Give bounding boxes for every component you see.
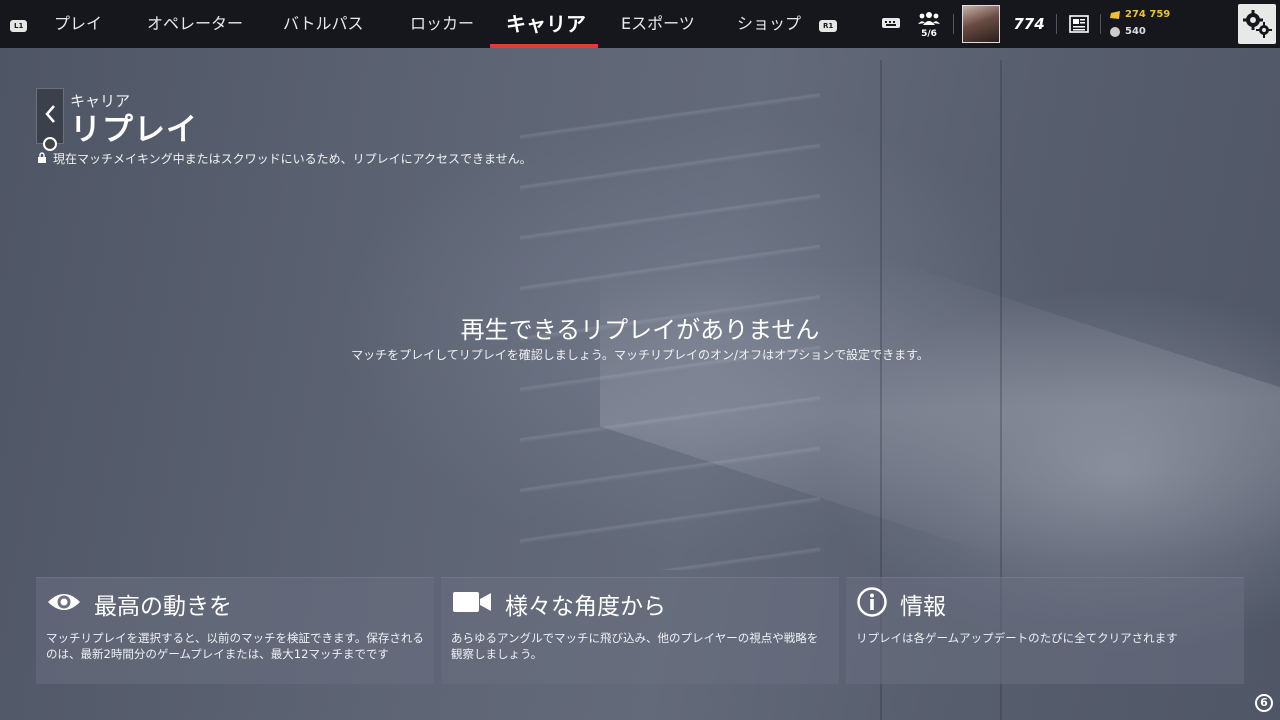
divider bbox=[1100, 14, 1101, 34]
tab-play[interactable]: プレイ bbox=[54, 0, 102, 48]
card-body: あらゆるアングルでマッチに飛び込み、他のプレイヤーの視点や戦略を観察しましょう。 bbox=[451, 631, 819, 661]
right-bumper-hint: R1 bbox=[819, 20, 838, 32]
card-body: リプレイは各ゲームアップデートのたびに全てクリアされます bbox=[856, 631, 1178, 645]
card-title: 様々な角度から bbox=[505, 594, 666, 620]
chevron-left-icon bbox=[44, 104, 56, 128]
tab-locker[interactable]: ロッカー bbox=[410, 0, 474, 48]
tab-shop[interactable]: ショップ bbox=[737, 0, 801, 48]
card-title: 最高の動きを bbox=[94, 594, 232, 620]
back-button[interactable] bbox=[36, 88, 64, 144]
video-camera-icon bbox=[451, 589, 493, 619]
squad-icon bbox=[918, 10, 940, 29]
renown-value: 274 759 bbox=[1125, 9, 1171, 20]
empty-state-title: 再生できるリプレイがありません bbox=[460, 316, 820, 344]
info-card-info: 情報 リプレイは各ゲームアップデートのたびに全てクリアされます bbox=[846, 577, 1244, 684]
info-card-best-moves: 最高の動きを マッチリプレイを選択すると、以前のマッチを検証できます。保存される… bbox=[36, 577, 434, 684]
left-bumper-hint: L1 bbox=[10, 20, 28, 32]
level-badge[interactable]: 774 bbox=[1010, 8, 1048, 40]
card-body: マッチリプレイを選択すると、以前のマッチを検証できます。保存されるのは、最新2時… bbox=[46, 631, 424, 661]
credits-value: 540 bbox=[1125, 26, 1146, 37]
avatar[interactable] bbox=[962, 5, 1000, 43]
top-nav: L1 プレイ オペレーター バトルパス ロッカー キャリア Eスポーツ ショップ… bbox=[0, 0, 1280, 48]
lock-notice-text: 現在マッチメイキング中またはスクワッドにいるため、リプレイにアクセスできません。 bbox=[53, 152, 532, 166]
gear-icon bbox=[1241, 8, 1273, 40]
tab-career[interactable]: キャリア bbox=[506, 0, 586, 48]
renown-icon bbox=[1109, 10, 1121, 20]
tab-esports[interactable]: Eスポーツ bbox=[621, 0, 695, 48]
news-icon[interactable] bbox=[1068, 13, 1090, 35]
squad-button[interactable]: 5/6 bbox=[917, 6, 941, 42]
corner-badge: 6 bbox=[1255, 694, 1273, 712]
stick-button-icon bbox=[43, 137, 57, 151]
tab-battle-pass[interactable]: バトルパス bbox=[283, 0, 363, 48]
divider bbox=[953, 14, 954, 34]
squad-count: 5/6 bbox=[921, 28, 937, 39]
active-tab-indicator bbox=[490, 44, 598, 48]
lock-notice: 現在マッチメイキング中またはスクワッドにいるため、リプレイにアクセスできません。 bbox=[37, 150, 532, 167]
divider bbox=[1056, 14, 1057, 34]
tab-operators[interactable]: オペレーター bbox=[147, 0, 243, 48]
settings-button[interactable] bbox=[1238, 4, 1276, 44]
info-card-angles: 様々な角度から あらゆるアングルでマッチに飛び込み、他のプレイヤーの視点や戦略を… bbox=[441, 577, 839, 684]
page-title: リプレイ bbox=[70, 112, 198, 148]
info-icon bbox=[856, 586, 888, 622]
eye-icon bbox=[46, 590, 82, 618]
r6-credits-icon bbox=[1110, 27, 1120, 37]
keyboard-icon[interactable] bbox=[880, 14, 902, 32]
card-title: 情報 bbox=[900, 594, 946, 620]
empty-state-subtitle: マッチをプレイしてリプレイを確認しましょう。マッチリプレイのオン/オフはオプショ… bbox=[351, 348, 929, 362]
level-value: 774 bbox=[1013, 15, 1045, 33]
lock-icon bbox=[37, 151, 47, 166]
